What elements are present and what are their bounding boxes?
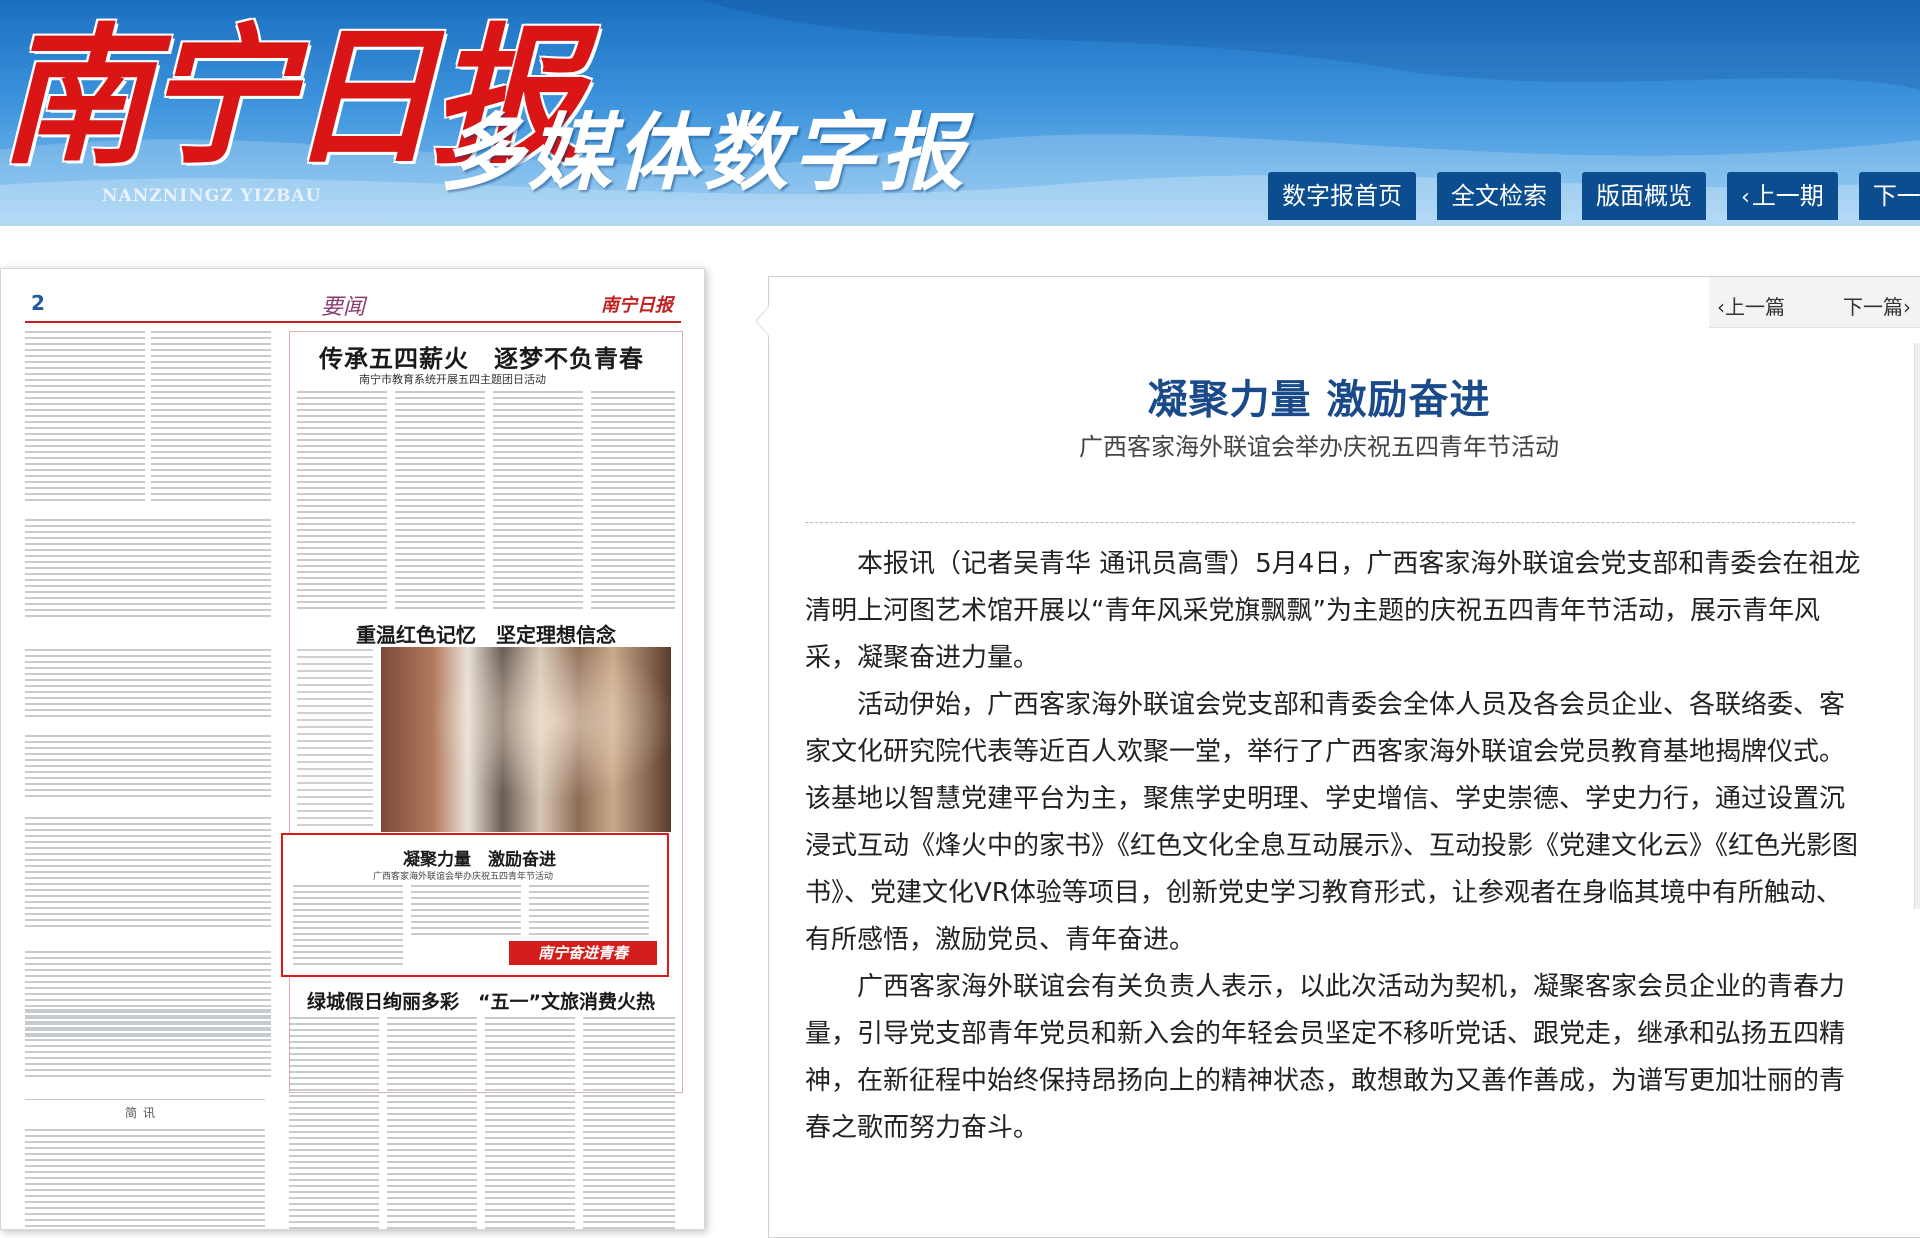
text-column[interactable] <box>485 1017 575 1229</box>
photo-caption-text <box>297 649 373 829</box>
article-subtitle: 广西客家海外联谊会举办庆祝五四青年节活动 <box>1079 433 1559 461</box>
page-header: 2 要闻 南宁日报 <box>25 291 681 323</box>
text-column[interactable] <box>387 1017 477 1229</box>
brief-label: 简讯 <box>125 1106 162 1120</box>
article-title: 凝聚力量 激励奋进 <box>1147 377 1491 423</box>
text-column[interactable] <box>25 817 271 927</box>
nav-home-button[interactable]: 数字报首页 <box>1268 172 1416 220</box>
selected-article-highlight[interactable]: 凝聚力量 激励奋进 广西客家海外联谊会举办庆祝五四青年节活动 南宁奋进青春 <box>281 833 669 977</box>
article-paragraph: 本报讯（记者吴青华 通讯员高雪）5月4日，广西客家海外联谊会党支部和青委会在祖龙… <box>805 549 1861 673</box>
page-subhead-1: 南宁市教育系统开展五四主题团日活动 <box>359 373 546 386</box>
top-nav: 数字报首页 全文检索 版面概览 ‹上一期 下一期 <box>1268 172 1920 220</box>
text-column[interactable] <box>151 331 271 501</box>
article-panel: ‹上一篇 下一篇› 凝聚力量 激励奋进 广西客家海外联谊会举办庆祝五四青年节活动… <box>755 276 1920 1238</box>
text-column[interactable] <box>297 391 387 611</box>
nav-next-issue-button[interactable]: 下一期 <box>1858 172 1920 220</box>
article-paragraph: 广西客家海外联谊会有关负责人表示，以此次活动为契机，凝聚客家会员企业的青春力量，… <box>805 972 1846 1143</box>
text-column <box>529 885 649 935</box>
column-stamp: 南宁奋进青春 <box>509 941 657 965</box>
text-column <box>411 885 521 935</box>
nav-overview-label: 版面概览 <box>1596 182 1692 210</box>
nav-prev-issue-label: 上一期 <box>1751 182 1824 210</box>
chevron-left-icon: ‹ <box>1717 295 1725 319</box>
article-paragraph: 活动伊始，广西客家海外联谊会党支部和青委会全体人员及各会员企业、各联络委、客家文… <box>805 690 1859 955</box>
text-column[interactable] <box>25 1009 271 1079</box>
page-headline-1[interactable]: 传承五四薪火 逐梦不负青春 <box>319 339 644 374</box>
article-scrollbar[interactable] <box>1914 343 1920 909</box>
exhibition-photo[interactable] <box>381 647 671 832</box>
logo-tagline: 多媒体数字报 <box>440 103 969 202</box>
title-divider <box>805 522 1855 523</box>
article-pager: ‹上一篇 下一篇› <box>1709 277 1920 328</box>
nav-page-overview-button[interactable]: 版面概览 <box>1582 172 1706 220</box>
nav-prev-issue-button[interactable]: ‹上一期 <box>1727 172 1838 220</box>
nav-fulltext-search-button[interactable]: 全文检索 <box>1437 172 1561 220</box>
newspaper-page-thumbnail[interactable]: 2 要闻 南宁日报 传承五四薪火 逐梦不负青春 南宁市教育系统开展五四主题团日活… <box>0 268 705 1230</box>
logo-pinyin: NANZNINGZ YIZBAU <box>102 186 322 206</box>
page-brand: 南宁日报 <box>601 295 673 316</box>
text-column[interactable] <box>493 391 583 611</box>
page-section: 要闻 <box>321 295 366 320</box>
brief-news-block: 简讯 <box>25 1099 265 1229</box>
page-headline-3[interactable]: 绿城假日绚丽多彩 “五一”文旅消费火热 <box>307 987 655 1014</box>
selected-article-title: 凝聚力量 激励奋进 <box>403 850 556 870</box>
text-column[interactable] <box>395 391 485 611</box>
nav-next-issue-label: 下一期 <box>1872 182 1920 210</box>
text-column[interactable] <box>25 331 145 501</box>
page-number: 2 <box>31 291 45 315</box>
nav-home-label: 数字报首页 <box>1282 182 1402 210</box>
prev-article-label: 上一篇 <box>1725 295 1785 319</box>
page-headline-2[interactable]: 重温红色记忆 坚定理想信念 <box>356 619 616 648</box>
next-article-link[interactable]: 下一篇› <box>1843 291 1911 320</box>
text-column[interactable] <box>591 391 675 611</box>
newspaper-logo[interactable]: 南宁日报 NANZNINGZ YIZBAU <box>0 0 582 206</box>
text-column <box>293 885 403 965</box>
text-column[interactable] <box>583 1017 675 1229</box>
masthead: 南宁日报 NANZNINGZ YIZBAU 多媒体数字报 数字报首页 全文检索 … <box>0 0 1920 226</box>
chevron-left-icon: ‹ <box>1741 185 1750 210</box>
text-column[interactable] <box>25 519 271 619</box>
text-column[interactable] <box>25 649 271 719</box>
text-column[interactable] <box>289 1017 379 1229</box>
panel-pointer-inner <box>757 307 769 335</box>
text-column[interactable] <box>25 735 271 799</box>
article-body: 本报讯（记者吴青华 通讯员高雪）5月4日，广西客家海外联谊会党支部和青委会在祖龙… <box>805 541 1867 1152</box>
chevron-right-icon: › <box>1903 295 1911 319</box>
selected-article-subtitle: 广西客家海外联谊会举办庆祝五四青年节活动 <box>373 872 554 882</box>
prev-article-link[interactable]: ‹上一篇 <box>1717 291 1785 320</box>
next-article-label: 下一篇 <box>1843 295 1903 319</box>
nav-search-label: 全文检索 <box>1451 182 1547 210</box>
